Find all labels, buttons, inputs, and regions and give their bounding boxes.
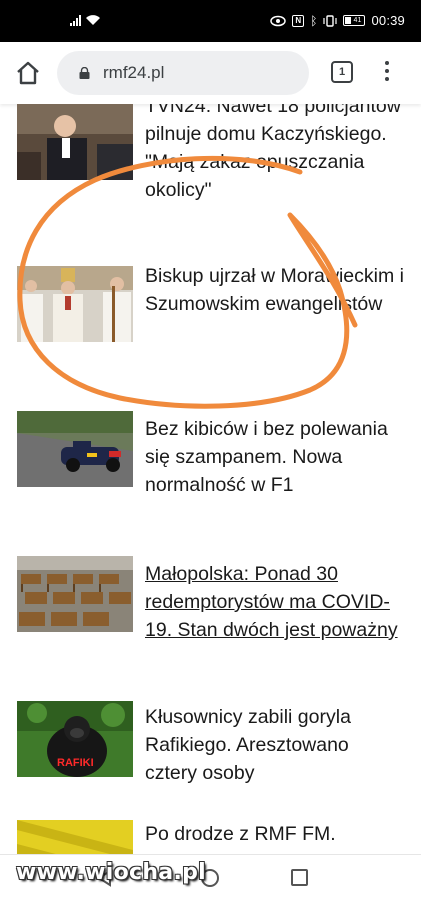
signal-strength-icon [70, 14, 81, 26]
lock-icon [79, 67, 90, 79]
article-thumbnail[interactable] [17, 820, 133, 854]
eye-comfort-icon [270, 15, 286, 26]
article-title[interactable]: Małopolska: Ponad 30 redemptorystów ma C… [145, 560, 405, 644]
clock: 00:39 [371, 13, 405, 28]
wifi-icon [86, 15, 100, 25]
signal-indicators [70, 14, 101, 26]
home-icon[interactable] [14, 59, 42, 87]
article-title[interactable]: Kłusownicy zabili goryla Rafikiego. Ares… [145, 703, 405, 787]
article-feed: TVN24: Nawet 18 policjantów pilnuje domu… [0, 104, 421, 854]
battery-icon: 41 [343, 15, 366, 26]
nfc-icon: N [292, 14, 305, 27]
browser-toolbar: rmf24.pl 1 [0, 42, 421, 104]
status-icons: N ᛒ 41 00:39 [270, 13, 405, 28]
article-title[interactable]: Bez kibiców i bez polewania się szampane… [145, 415, 405, 499]
watermark-text: www.wiocha.pl [16, 860, 206, 885]
article-thumbnail[interactable] [17, 411, 133, 487]
article-thumbnail[interactable] [17, 556, 133, 632]
article-thumbnail[interactable] [17, 104, 133, 180]
tab-switcher-button[interactable]: 1 [331, 61, 353, 83]
bluetooth-icon: ᛒ [310, 13, 318, 28]
article-thumbnail[interactable] [17, 266, 133, 342]
overflow-menu-icon[interactable] [382, 61, 392, 87]
article-title[interactable]: Biskup ujrzał w Morawieckim i Szumowskim… [145, 262, 405, 318]
thumbnail-caption: RAFIKI [57, 757, 94, 769]
address-bar[interactable]: rmf24.pl [57, 51, 309, 95]
vibrate-icon [323, 14, 338, 27]
article-thumbnail[interactable]: RAFIKI [17, 701, 133, 777]
article-title[interactable]: Po drodze z RMF FM. Podróż... [145, 820, 405, 854]
url-text: rmf24.pl [103, 63, 165, 82]
status-bar: N ᛒ 41 00:39 [0, 0, 421, 42]
recent-apps-icon[interactable] [291, 869, 308, 886]
article-title[interactable]: TVN24: Nawet 18 policjantów pilnuje domu… [145, 104, 405, 204]
battery-level: 41 [353, 17, 362, 24]
